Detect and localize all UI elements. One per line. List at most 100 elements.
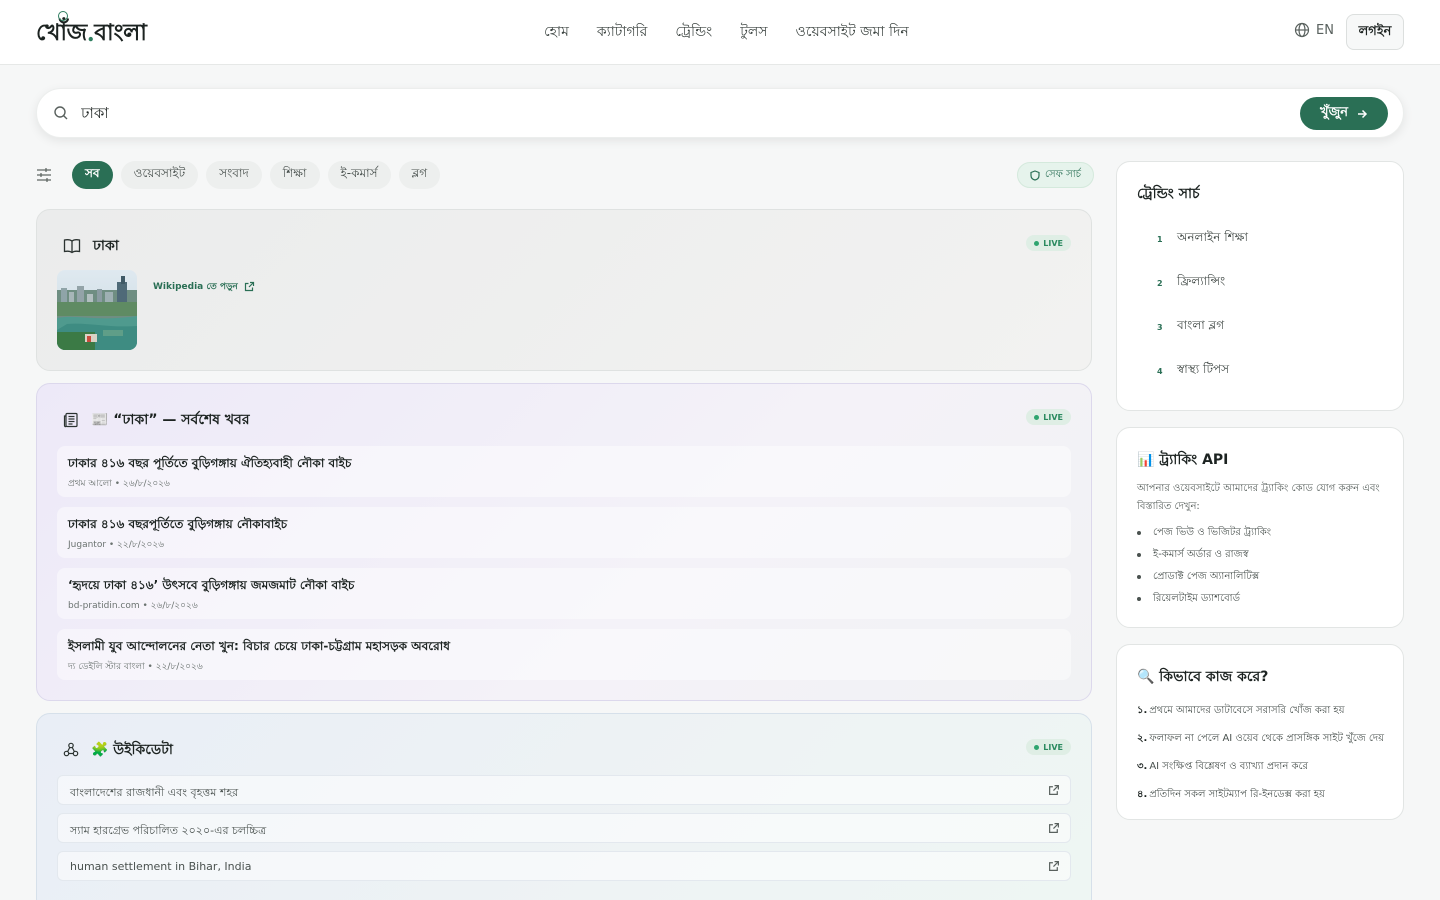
external-link-icon [1049, 823, 1059, 833]
api-feature-item: রিয়েলটাইম ড্যাশবোর্ড [1137, 588, 1271, 610]
nav-category[interactable]: ক্যাটাগরি [597, 20, 647, 44]
filter-chip-news[interactable]: সংবাদ [206, 161, 262, 189]
trending-rank: 3 [1157, 322, 1163, 332]
live-badge-label: LIVE [1043, 412, 1063, 422]
trending-label: স্বাস্থ্য টিপস [1177, 362, 1230, 376]
network-nodes-icon [63, 742, 79, 757]
news-item[interactable]: ঢাকার ৪১৬ বছর পূর্তিতে বুড়িগঙ্গায় ঐতিহ… [57, 446, 1071, 497]
wikidata-item-text: human settlement in Bihar, India [70, 860, 252, 873]
trending-item[interactable]: 1 অনলাইন শিক্ষা [1157, 229, 1248, 249]
api-feature-item: প্রোডাক্ট পেজ অ্যানালিটিক্স [1137, 566, 1271, 588]
news-item[interactable]: ‘হৃদয়ে ঢাকা ৪১৬’ উৎসবে বুড়িগঙ্গায় জমজ… [57, 568, 1071, 619]
external-link-icon [244, 281, 254, 292]
news-item-meta: প্রথম আলো • ২৬/৮/২০২৬ [68, 479, 170, 489]
news-item-title: ইসলামী যুব আন্দোলনের নেতা খুন: বিচার চেয… [68, 639, 450, 653]
shield-icon [1030, 169, 1040, 181]
news-item[interactable]: ইসলামী যুব আন্দোলনের নেতা খুন: বিচার চেয… [57, 629, 1071, 680]
news-item-meta: bd-pratidin.com • ২৬/৮/২০২৬ [68, 601, 198, 611]
external-link-icon [1049, 861, 1059, 871]
wikidata-item[interactable]: human settlement in Bihar, India [57, 851, 1071, 881]
trending-rank: 1 [1157, 234, 1163, 244]
wikidata-item[interactable]: স্যাম হারগ্রেভ পরিচালিত ২০২০-এর চলচ্চিত্… [57, 813, 1071, 843]
trending-rank: 4 [1157, 366, 1163, 376]
tracking-api-panel: 📊 ট্র্যাকিং API আপনার ওয়েবসাইটে আমাদের … [1116, 427, 1404, 628]
news-card: 📰 “ঢাকা” — সর্বশেষ খবর LIVE ঢাকার ৪১৬ বছ… [36, 383, 1092, 701]
live-dot [1034, 744, 1040, 750]
tracking-api-description: আপনার ওয়েবসাইটে আমাদের ট্র্যাকিং কোড যো… [1137, 483, 1380, 512]
globe-icon [1294, 22, 1310, 38]
wikipedia-link-label: Wikipedia তে পড়ুন [153, 282, 238, 292]
safe-search-label: সেফ সার্চ [1045, 168, 1082, 180]
trending-item[interactable]: 3 বাংলা ব্লগ [1157, 317, 1224, 337]
trending-label: ফ্রিল্যান্সিং [1177, 274, 1226, 288]
how-step-text: ফলাফল না পেলে AI ওয়েব থেকে প্রাসঙ্গিক স… [1149, 732, 1385, 744]
search-input[interactable] [81, 102, 1281, 126]
how-step-text: প্রথমে আমাদের ডাটাবেসে সরাসরি খোঁজ করা হ… [1149, 704, 1345, 716]
trending-label: বাংলা ব্লগ [1177, 318, 1225, 332]
how-it-works-steps: ১. প্রথমে আমাদের ডাটাবেসে সরাসরি খোঁজ করা… [1137, 697, 1384, 809]
book-icon [63, 239, 81, 254]
news-item-title: ঢাকার ৪১৬ বছর পূর্তিতে বুড়িগঙ্গায় ঐতিহ… [68, 456, 352, 470]
nav-submit-website[interactable]: ওয়েবসাইট জমা দিন [796, 20, 909, 44]
wikipedia-thumbnail[interactable] [57, 270, 137, 350]
how-step-number: ৪. [1137, 788, 1148, 800]
wikipedia-card-header: ঢাকা [63, 234, 119, 258]
news-item-title: ‘হৃদয়ে ঢাকা ৪১৬’ উৎসবে বুড়িগঙ্গায় জমজ… [68, 578, 355, 592]
live-dot [1034, 240, 1040, 246]
news-item[interactable]: ঢাকার ৪১৬ বছরপূর্তিতে বুড়িগঙ্গায় নৌকাব… [57, 507, 1071, 558]
api-feature-item: পেজ ভিউ ও ভিজিটর ট্র্যাকিং [1137, 522, 1271, 544]
nav-home[interactable]: হোম [544, 20, 569, 44]
filter-chip-blog[interactable]: ব্লগ [398, 161, 441, 189]
how-step-item: ৩. AI সংক্ষিপ্ত বিশ্লেষণ ও ব্যাখ্যা প্রদা… [1137, 753, 1384, 781]
wikipedia-card-title: ঢাকা [93, 238, 119, 254]
news-item-title: ঢাকার ৪১৬ বছরপূর্তিতে বুড়িগঙ্গায় নৌকাব… [68, 517, 288, 531]
how-it-works-title: 🔍 কিভাবে কাজ করে? [1137, 669, 1269, 685]
login-button[interactable]: লগইন [1346, 14, 1404, 50]
trending-label: অনলাইন শিক্ষা [1177, 230, 1248, 244]
how-step-item: ২. ফলাফল না পেলে AI ওয়েব থেকে প্রাসঙ্গিক… [1137, 725, 1384, 753]
wikidata-item-text: স্যাম হারগ্রেভ পরিচালিত ২০২০-এর চলচ্চিত্… [70, 824, 267, 837]
filter-sliders-icon[interactable] [36, 167, 52, 183]
search-icon [54, 106, 68, 120]
news-item-meta: দ্য ডেইলি স্টার বাংলা • ২২/৮/২০২৬ [68, 662, 203, 672]
filter-chip-website[interactable]: ওয়েবসাইট [120, 161, 199, 189]
wikipedia-read-link[interactable]: Wikipedia তে পড়ুন [153, 279, 255, 294]
tracking-api-title: 📊 ট্র্যাকিং API [1137, 452, 1229, 468]
filter-chip-all[interactable]: সব [72, 161, 113, 189]
wikidata-card-header: 🧩 উইকিডেটা [63, 738, 173, 762]
how-it-works-panel: 🔍 কিভাবে কাজ করে? ১. প্রথমে আমাদের ডাটাবে… [1116, 644, 1404, 820]
api-feature-item: ই-কমার্স অর্ডার ও রাজস্ব [1137, 544, 1271, 566]
filter-chip-education[interactable]: শিক্ষা [269, 161, 320, 189]
logo-text-suffix: বাংলা [94, 19, 147, 46]
wikidata-item-text: বাংলাদেশের রাজধানী এবং বৃহত্তম শহর [70, 786, 239, 799]
live-badge: LIVE [1026, 739, 1071, 755]
trending-item[interactable]: 4 স্বাস্থ্য টিপস [1157, 361, 1229, 381]
trending-item[interactable]: 2 ফ্রিল্যান্সিং [1157, 273, 1225, 293]
live-badge: LIVE [1026, 409, 1071, 425]
news-card-header: 📰 “ঢাকা” — সর্বশেষ খবর [63, 408, 250, 432]
how-step-text: AI সংক্ষিপ্ত বিশ্লেষণ ও ব্যাখ্যা প্রদান … [1149, 760, 1308, 772]
nav-tools[interactable]: টুলস [740, 20, 767, 44]
dhaka-city-image [57, 270, 137, 350]
live-badge-label: LIVE [1043, 742, 1063, 752]
live-badge-label: LIVE [1043, 238, 1063, 248]
top-header: খোঁজ. বাংলা হোম ক্যাটাগরি ট্রেন্ডিং টুলস … [0, 0, 1440, 65]
language-switcher[interactable]: EN [1294, 22, 1334, 38]
how-step-number: ২. [1137, 732, 1148, 744]
site-logo[interactable]: খোঁজ. বাংলা [36, 11, 147, 53]
filter-chip-ecommerce[interactable]: ই-কমার্স [327, 161, 391, 189]
nav-trending[interactable]: ট্রেন্ডিং [675, 20, 712, 44]
wikidata-item[interactable]: বাংলাদেশের রাজধানী এবং বৃহত্তম শহর [57, 775, 1071, 805]
newspaper-icon [63, 412, 78, 428]
trending-panel: ট্রেন্ডিং সার্চ 1 অনলাইন শিক্ষা 2 ফ্রিল্… [1116, 161, 1404, 411]
how-step-text: প্রতিদিন সকল সাইটম্যাপ রি-ইনডেক্স করা হয… [1149, 788, 1325, 800]
main-nav: হোম ক্যাটাগরি ট্রেন্ডিং টুলস ওয়েবসাইট জ… [544, 20, 909, 44]
filter-bar: সব ওয়েবসাইট সংবাদ শিক্ষা ই-কমার্স ব্লগ [36, 161, 441, 189]
search-button[interactable]: খুঁজুন [1300, 97, 1388, 130]
wikidata-card: 🧩 উইকিডেটা LIVE বাংলাদেশের রাজধানী এবং ব… [36, 713, 1092, 900]
logo-search-mark-icon [58, 11, 68, 21]
news-item-meta: Jugantor • ২২/৮/২০২৬ [68, 540, 165, 550]
news-card-title: 📰 “ঢাকা” — সর্বশেষ খবর [91, 412, 250, 428]
safe-search-toggle[interactable]: সেফ সার্চ [1017, 162, 1095, 188]
live-badge: LIVE [1026, 235, 1071, 251]
